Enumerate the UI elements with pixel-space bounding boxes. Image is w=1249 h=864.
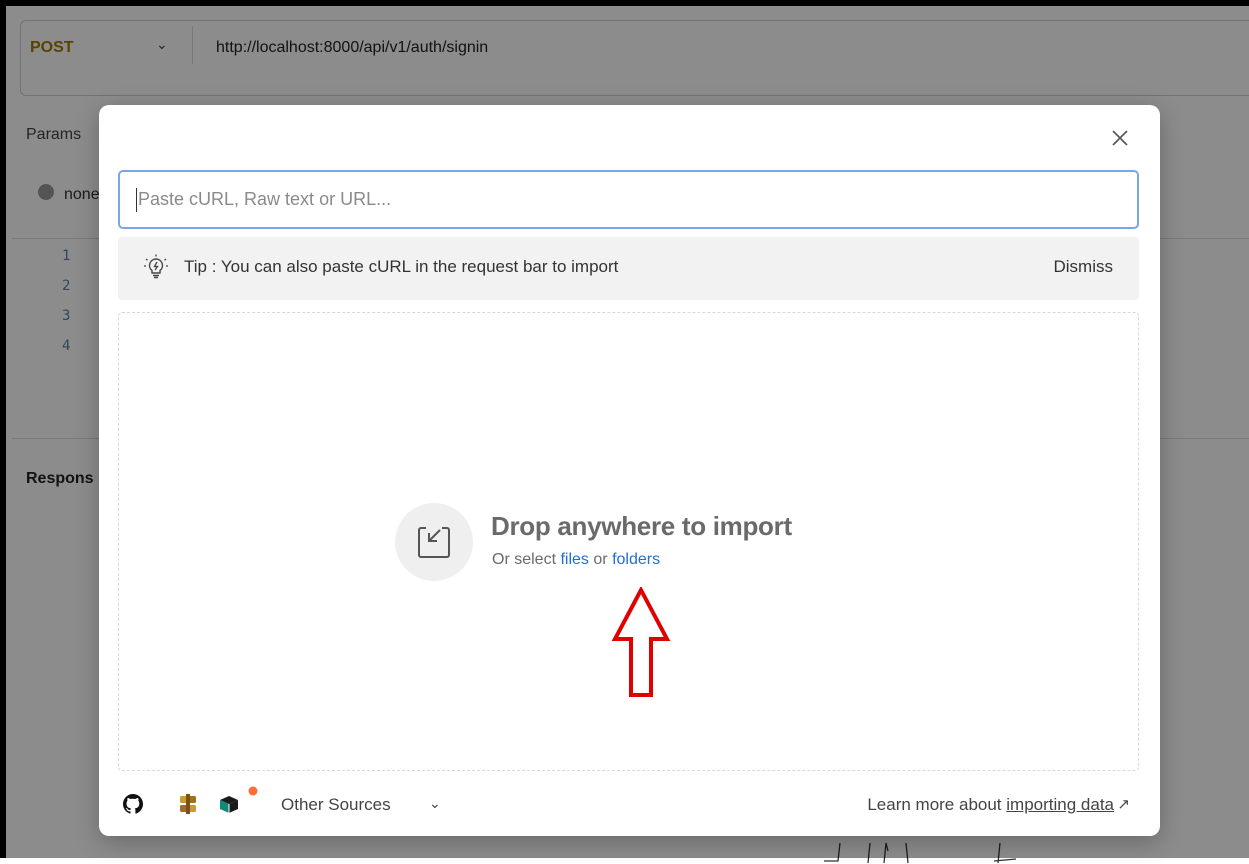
or-text: or — [593, 551, 608, 568]
close-icon[interactable] — [1109, 127, 1131, 149]
lightbulb-icon — [144, 254, 168, 279]
files-link[interactable]: files — [560, 551, 588, 568]
drop-zone[interactable]: Drop anywhere to import Or select files … — [118, 312, 1139, 771]
learn-more-label: Learn more about — [867, 795, 1002, 814]
text-caret — [136, 188, 137, 212]
modal-footer: Other Sources ⌄ Learn more about importi… — [99, 781, 1160, 831]
annotation-arrow-icon — [611, 587, 671, 697]
drop-subtitle: Or select files or folders — [492, 551, 660, 569]
tip-text: Tip : You can also paste cURL in the req… — [184, 257, 619, 276]
importing-data-link[interactable]: importing data — [1006, 795, 1114, 814]
select-text: Or select — [492, 551, 557, 568]
paste-input-box — [118, 170, 1139, 229]
dismiss-button[interactable]: Dismiss — [1054, 257, 1114, 277]
external-link-icon[interactable]: ↗ — [1117, 795, 1130, 813]
other-sources-button[interactable]: Other Sources — [281, 795, 391, 815]
tip-banner: Tip : You can also paste cURL in the req… — [118, 237, 1139, 300]
swagger-hub-icon[interactable] — [176, 792, 200, 816]
chevron-down-icon[interactable]: ⌄ — [429, 795, 441, 812]
import-icon — [418, 527, 450, 558]
github-icon[interactable] — [121, 792, 145, 816]
learn-more-text: Learn more about importing data — [867, 795, 1114, 815]
import-modal: Tip : You can also paste cURL in the req… — [99, 105, 1160, 836]
notification-dot-icon — [248, 786, 258, 796]
folders-link[interactable]: folders — [612, 551, 660, 568]
import-icon-badge — [395, 503, 473, 581]
api-gateway-icon[interactable] — [217, 792, 241, 816]
drop-title: Drop anywhere to import — [491, 511, 792, 541]
paste-input[interactable] — [120, 172, 1137, 227]
